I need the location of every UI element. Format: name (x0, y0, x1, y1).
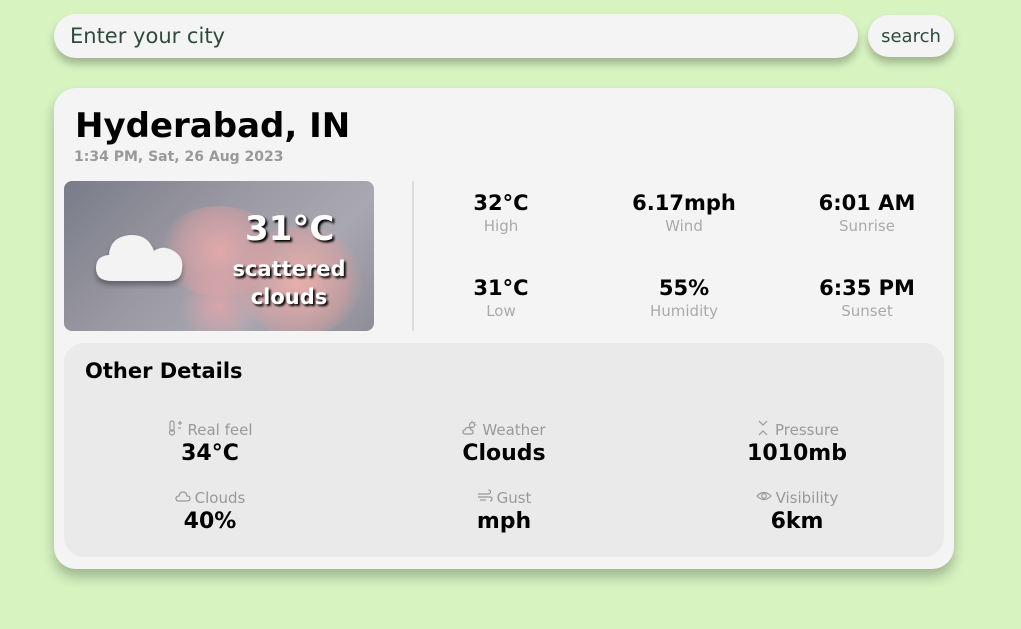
other-details-panel: Other Details Real feel 34°C Weather Clo… (64, 343, 944, 557)
detail-clouds: Clouds 40% (100, 488, 320, 534)
stat-value: 32°C (473, 191, 529, 215)
stat-humidity: 55% Humidity (604, 276, 764, 320)
detail-value: 6km (770, 509, 824, 534)
city-search-input[interactable] (54, 14, 858, 58)
stat-value: 6:35 PM (819, 276, 915, 300)
weather-description-line: clouds (250, 285, 328, 309)
stat-high: 32°C High (421, 191, 581, 235)
stat-sunset: 6:35 PM Sunset (787, 276, 947, 320)
detail-value: Clouds (462, 441, 546, 466)
detail-value: 40% (183, 509, 237, 534)
stat-value: 6.17mph (632, 191, 736, 215)
stat-label: Humidity (649, 302, 718, 320)
detail-label: Clouds (194, 489, 246, 507)
stat-label: Sunset (841, 302, 893, 320)
pressure-icon (758, 420, 768, 436)
cloud-icon (96, 234, 183, 281)
current-temperature: 31°C (245, 209, 335, 249)
thermometer-icon (169, 420, 183, 436)
search-bar: search (54, 14, 954, 58)
weather-description-line: scattered (232, 257, 346, 281)
detail-pressure: Pressure 1010mb (687, 420, 907, 466)
stat-value: 55% (658, 276, 710, 300)
search-button[interactable]: search (868, 15, 954, 57)
stat-label: Low (486, 302, 516, 320)
vertical-divider (412, 181, 414, 331)
stat-low: 31°C Low (421, 276, 581, 320)
cloud-outline-icon (175, 491, 191, 502)
detail-label: Weather (482, 421, 546, 439)
stat-value: 31°C (473, 276, 529, 300)
detail-label: Visibility (775, 489, 839, 507)
current-weather-panel: 31°C scattered clouds (64, 181, 374, 331)
local-datetime: 1:34 PM, Sat, 26 Aug 2023 (74, 149, 284, 165)
detail-value: 34°C (181, 441, 239, 466)
detail-weather: Weather Clouds (394, 420, 614, 466)
other-details-title: Other Details (85, 359, 243, 383)
weather-card: Hyderabad, IN 1:34 PM, Sat, 26 Aug 2023 … (54, 88, 954, 569)
detail-visibility: Visibility 6km (687, 488, 907, 534)
stat-wind: 6.17mph Wind (604, 191, 764, 235)
wind-icon (477, 489, 493, 502)
detail-label: Gust (496, 489, 532, 507)
city-name: Hyderabad, IN (75, 106, 351, 146)
stat-label: High (483, 217, 519, 235)
detail-value: 1010mb (747, 441, 847, 466)
stat-label: Wind (665, 217, 703, 235)
stat-value: 6:01 AM (818, 191, 916, 215)
stat-label: Sunrise (839, 217, 895, 235)
weather-description: scattered clouds (219, 255, 359, 311)
eye-icon (755, 491, 772, 501)
detail-label: Pressure (774, 421, 840, 439)
detail-real-feel: Real feel 34°C (100, 420, 320, 466)
stat-sunrise: 6:01 AM Sunrise (787, 191, 947, 235)
detail-gust: Gust mph (394, 488, 614, 534)
detail-value: mph (476, 509, 532, 534)
detail-label: Real feel (187, 421, 253, 439)
sun-cloud-icon (462, 420, 477, 435)
